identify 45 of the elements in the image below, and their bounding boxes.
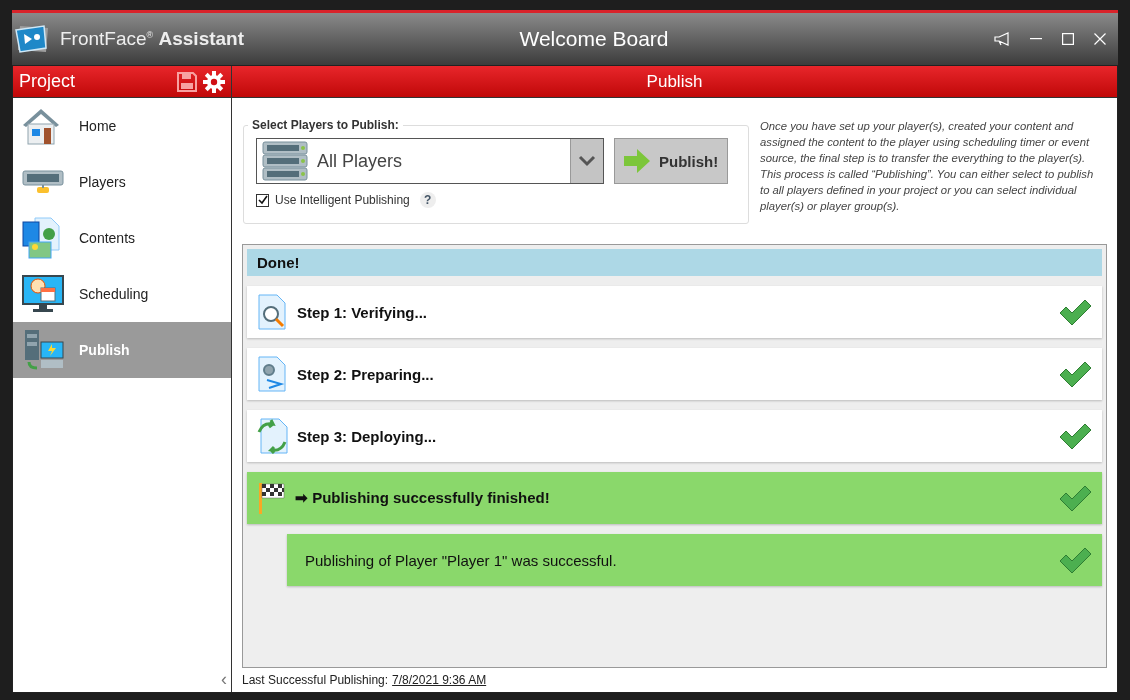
checkbox[interactable] [256,193,269,207]
help-button[interactable]: ? [419,192,436,208]
media-files-icon [21,216,61,260]
checkbox-label[interactable]: Use Intelligent Publishing [275,193,410,207]
document-magnifier-icon [257,294,289,330]
group-legend: Select Players to Publish: [248,118,403,132]
app-name: FrontFace$^{®}$ Assistant [60,28,245,50]
status-header: Done! [247,249,1102,276]
checkmark-icon [1058,422,1092,450]
monitor-calendar-icon [21,274,65,314]
checkmark-icon [1058,298,1092,326]
publish-button[interactable]: Publish! [614,138,728,184]
player-dropdown[interactable]: All Players [256,138,604,184]
sidebar-item[interactable]: Players [13,154,231,210]
sidebar-item[interactable]: Contents [13,210,231,266]
settings-icon[interactable] [203,70,225,93]
message-row: Publishing of Player "Player 1" was successful. [287,534,1102,586]
checkmark-icon [1058,360,1092,388]
checkered-flag-icon [257,481,287,515]
server-stack-icon [261,141,309,181]
chevron-down-icon [578,155,596,167]
sidebar-title: Project [19,71,77,92]
step-row: Step 1: Verifying... [247,286,1102,338]
close-icon[interactable] [1094,33,1106,45]
step-row: Step 2: Preparing... [247,348,1102,400]
sidebar-item[interactable]: Home [13,98,231,154]
sidebar-item[interactable]: Scheduling [13,266,231,322]
megaphone-icon[interactable] [994,32,1010,46]
window-title: Welcome Board [518,27,670,51]
house-icon [21,107,61,145]
document-arrows-icon [257,418,289,454]
minimize-icon[interactable] [1030,38,1042,40]
document-gear-icon [257,356,289,392]
panel-title: Publish [232,66,1117,98]
save-icon[interactable] [177,71,197,92]
result-row: ➡ Publishing successfully finished! [247,472,1102,524]
last-publish-link[interactable]: 7/8/2021 9:36 AM [392,673,487,687]
checkmark-icon [1058,484,1092,512]
collapse-button[interactable]: ‹ [221,669,227,690]
description-text: Once you have set up your player(s), created your content and assigned the content to the player using scheduling timer or event source, the final step is to transfer the everything to the player(s). This process is called “Publishing”. You can either select to publish to all players defined in your project or you can select individual player(s) or player group(s). [760,119,1095,214]
step-row: Step 3: Deploying... [247,410,1102,462]
last-publish-label: Last Successful Publishing: [242,673,389,687]
arrow-right-icon [623,148,651,174]
maximize-icon[interactable] [1062,33,1074,45]
checkmark-icon [1058,546,1092,574]
